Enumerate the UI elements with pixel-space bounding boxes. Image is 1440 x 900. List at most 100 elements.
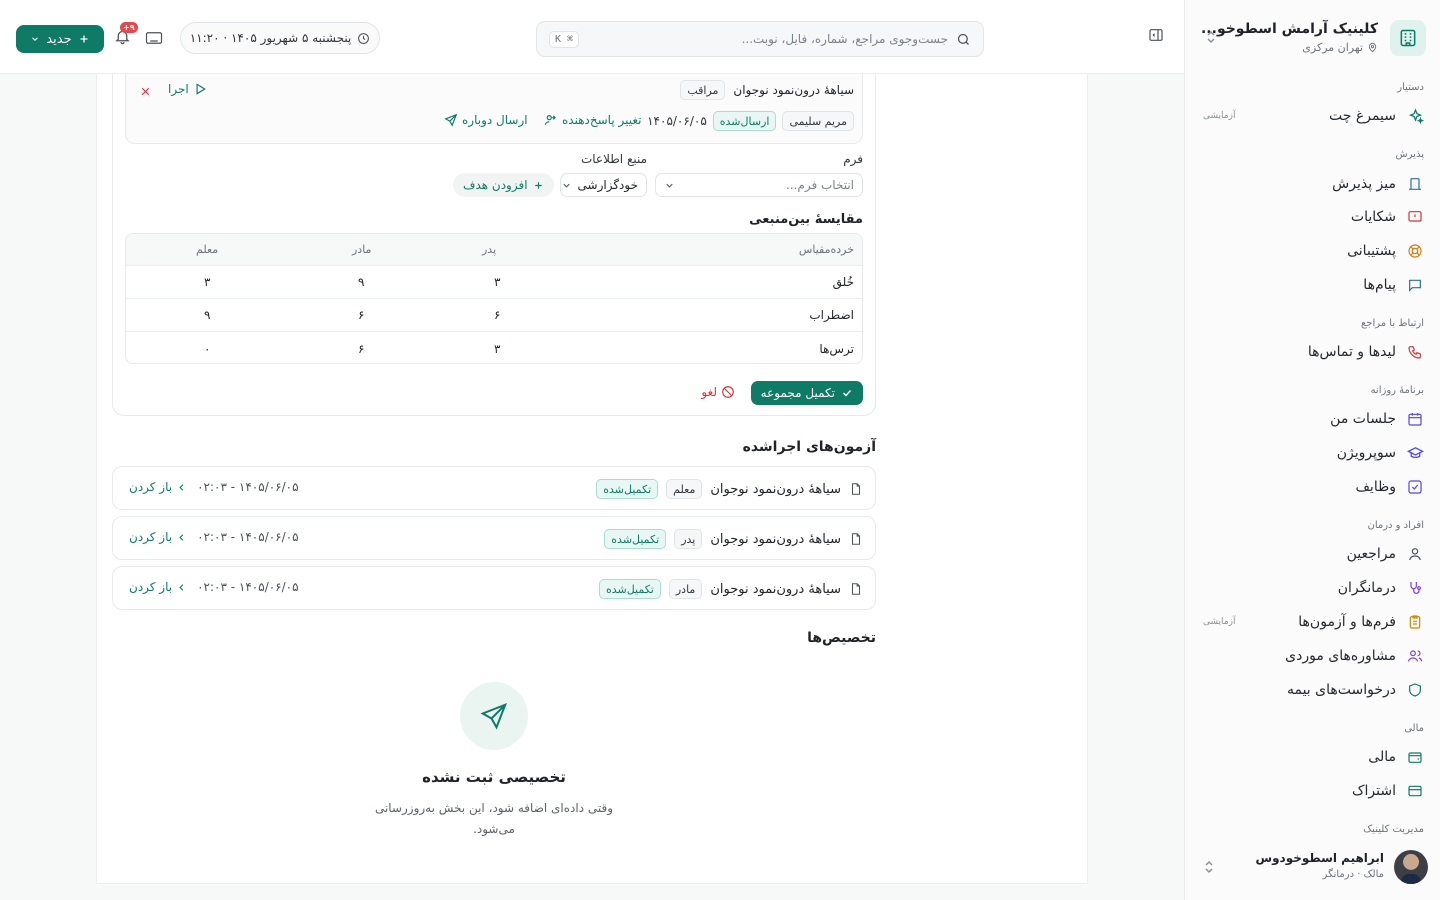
open-button[interactable]: باز کردن xyxy=(129,530,187,544)
table-row: خُلق ۳ ۹ ۳ xyxy=(126,266,862,299)
map-pin-icon xyxy=(1367,42,1378,53)
status-badge: تکمیل‌شده xyxy=(596,479,659,499)
clinic-switcher[interactable]: کلینیک آرامش اسطوخو... تهران مرکزی xyxy=(1199,18,1426,62)
status-badge: تکمیل‌شده xyxy=(598,579,661,599)
sidebar-item-leads[interactable]: لیدها و تماس‌ها xyxy=(1195,337,1430,367)
complete-set-label: تکمیل مجموعه xyxy=(760,386,835,400)
clinic-location: تهران مرکزی xyxy=(1302,41,1378,54)
clipboard-icon xyxy=(1406,613,1424,631)
sidebar-item-forms-tests[interactable]: فرم‌ها و آزمون‌ها آزمایشی xyxy=(1195,607,1430,637)
sidebar-item-label: سیمرغ چت xyxy=(1329,108,1396,124)
respondent-tag: مریم سلیمی xyxy=(782,111,854,131)
chevron-down-icon xyxy=(561,180,572,191)
sidebar-item-messages[interactable]: پیام‌ها xyxy=(1195,270,1430,300)
test-name: سیاههٔ درون‌نمود نوجوان xyxy=(710,531,841,547)
subscale-name: خُلق xyxy=(832,275,854,289)
file-icon xyxy=(849,482,863,496)
sidebar-item-therapists[interactable]: درمانگران xyxy=(1195,573,1430,603)
resend-button[interactable]: ارسال دوباره xyxy=(444,113,528,127)
nav-group-client-contact: ارتباط با مراجع xyxy=(1360,318,1424,329)
sidebar-item-tasks[interactable]: وظایف xyxy=(1195,472,1430,502)
sidebar-item-label: مراجعین xyxy=(1346,546,1396,562)
cancel-label: لغو xyxy=(701,385,717,399)
run-button[interactable]: اجرا xyxy=(168,82,207,96)
sidebar-item-insurance[interactable]: درخواست‌های بیمه xyxy=(1195,675,1430,705)
form-select[interactable]: انتخاب فرم... xyxy=(655,173,863,197)
sidebar-item-case-consults[interactable]: مشاوره‌های موردی xyxy=(1195,641,1430,671)
open-label: باز کردن xyxy=(129,530,173,544)
open-button[interactable]: باز کردن xyxy=(129,580,187,594)
plus-icon xyxy=(78,33,90,45)
open-button[interactable]: باز کردن xyxy=(129,480,187,494)
users-icon xyxy=(1406,647,1424,665)
form-label: فرم xyxy=(843,152,863,166)
sidebar-item-label: اشتراک xyxy=(1352,783,1396,799)
sidebar-item-simorgh-chat[interactable]: سیمرغ چت آزمایشی xyxy=(1195,101,1430,131)
sidebar-toggle-icon[interactable] xyxy=(1148,27,1164,43)
sidebar-item-clients[interactable]: مراجعین xyxy=(1195,539,1430,569)
nav-group-reception: پذیرش xyxy=(1395,149,1424,160)
add-goal-button[interactable]: افزودن هدف xyxy=(453,173,554,197)
global-search[interactable]: ⌘ K xyxy=(536,21,984,57)
assignment-test-name: سیاههٔ درون‌نمود نوجوان xyxy=(733,83,854,97)
sidebar-item-label: جلسات من xyxy=(1330,411,1396,427)
ban-icon xyxy=(721,385,735,399)
sidebar-item-subscription[interactable]: اشتراک xyxy=(1195,776,1430,806)
datetime-display: پنجشنبه ۵ شهریور ۱۴۰۵ · ۱۱:۲۰ xyxy=(180,22,380,54)
table-header: خرده‌مقیاس پدر مادر معلم xyxy=(126,234,862,266)
user-menu[interactable]: ابراهیم اسطوخودوس مالک · درمانگر xyxy=(1197,848,1428,888)
notifications-button[interactable]: ۹+ xyxy=(114,22,138,45)
test-name: سیاههٔ درون‌نمود نوجوان xyxy=(710,581,841,597)
close-icon[interactable] xyxy=(139,85,152,98)
new-button[interactable]: جدید xyxy=(16,25,104,53)
datetime-text: پنجشنبه ۵ شهریور ۱۴۰۵ · ۱۱:۲۰ xyxy=(189,31,352,45)
nav-group-finance: مالی xyxy=(1404,723,1424,734)
assignments-title: تخصیص‌ها xyxy=(807,630,876,646)
chevron-down-icon xyxy=(30,34,40,44)
sidebar-item-label: لیدها و تماس‌ها xyxy=(1307,344,1396,360)
test-name: سیاههٔ درون‌نمود نوجوان xyxy=(710,481,841,497)
sidebar-item-support[interactable]: پشتیبانی xyxy=(1195,236,1430,266)
assignment-date: ۱۴۰۵/۰۶/۰۵ xyxy=(647,114,707,128)
source-select[interactable]: خودگزارشی xyxy=(560,173,647,197)
send-icon xyxy=(444,113,458,127)
new-button-label: جدید xyxy=(46,31,72,47)
graduation-cap-icon xyxy=(1406,444,1424,462)
cancel-button[interactable]: لغو xyxy=(701,385,735,399)
sidebar-item-reception-desk[interactable]: میز پذیرش xyxy=(1195,169,1430,199)
sidebar-item-label: مالی xyxy=(1368,749,1396,765)
file-icon xyxy=(849,532,863,546)
change-respondent-button[interactable]: تغییر پاسخ‌دهنده xyxy=(544,113,641,127)
sidebar-item-label: پشتیبانی xyxy=(1347,243,1396,259)
credit-card-icon xyxy=(1406,782,1424,800)
list-item: سیاههٔ درون‌نمود نوجوان مادر تکمیل‌شده ۱… xyxy=(112,566,876,610)
sidebar-item-label: شکایات xyxy=(1350,209,1396,225)
nav-group-assistant: دستیار xyxy=(1397,82,1424,93)
sidebar-item-label: درمانگران xyxy=(1337,580,1396,596)
header-teacher: معلم xyxy=(196,243,219,256)
test-actions: ۱۴۰۵/۰۶/۰۵ - ۰۲:۰۳ باز کردن xyxy=(129,480,299,494)
respondent-role-tag: مادر xyxy=(668,579,703,599)
chevron-left-icon xyxy=(176,582,187,593)
sidebar-item-complaints[interactable]: شکایات xyxy=(1195,202,1430,232)
sidebar-item-supervision[interactable]: سوپرویژن xyxy=(1195,438,1430,468)
sidebar-item-finance[interactable]: مالی xyxy=(1195,742,1430,772)
keyboard-icon[interactable] xyxy=(145,30,163,46)
sidebar-item-my-sessions[interactable]: جلسات من xyxy=(1195,404,1430,434)
run-label: اجرا xyxy=(168,82,189,96)
lifebuoy-icon xyxy=(1406,242,1424,260)
test-info: سیاههٔ درون‌نمود نوجوان معلم تکمیل‌شده xyxy=(596,479,863,499)
calendar-icon xyxy=(1406,410,1424,428)
top-bar: ⌘ K پنجشنبه ۵ شهریور ۱۴۰۵ · ۱۱:۲۰ ۹+ جدی… xyxy=(0,0,1184,74)
clinic-location-text: تهران مرکزی xyxy=(1302,41,1363,54)
stethoscope-icon xyxy=(1406,579,1424,597)
complete-set-button[interactable]: تکمیل مجموعه xyxy=(750,381,863,405)
search-input[interactable] xyxy=(587,32,948,46)
empty-state-description: وقتی داده‌ای اضافه شود، این بخش به‌روزرس… xyxy=(374,801,614,836)
sidebar-item-label: فرم‌ها و آزمون‌ها xyxy=(1298,614,1396,630)
beta-badge: آزمایشی xyxy=(1203,111,1236,121)
send-icon xyxy=(460,682,528,750)
assignment-title-row: سیاههٔ درون‌نمود نوجوان مراقب xyxy=(680,80,854,100)
open-label: باز کردن xyxy=(129,480,173,494)
comparison-table: خرده‌مقیاس پدر مادر معلم خُلق ۳ ۹ ۳ اضطر… xyxy=(125,233,863,364)
